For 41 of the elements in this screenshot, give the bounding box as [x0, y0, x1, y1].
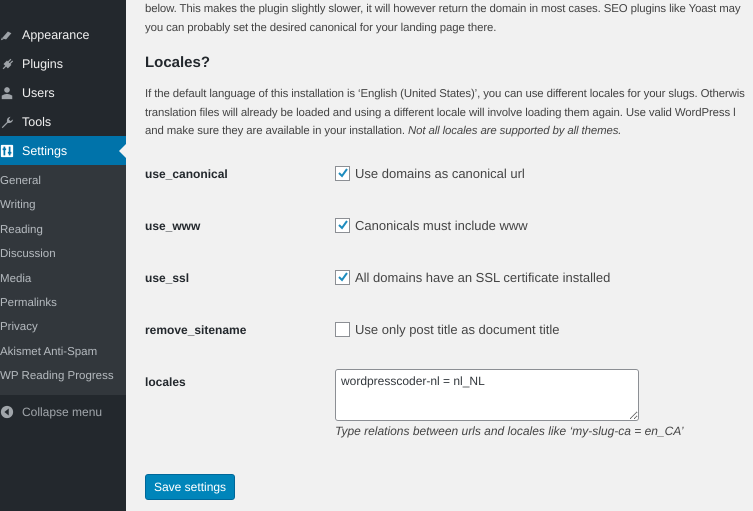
- submenu-item[interactable]: Privacy: [0, 315, 126, 340]
- description-text: If the default language of this installation is ‘English (United States)’, you can use different locales for your slugs. Otherwis: [145, 87, 746, 102]
- checkbox[interactable]: [335, 322, 350, 336]
- section-heading: Locales?: [145, 54, 212, 71]
- checkbox-label: All domains have an SSL certificate installed: [355, 270, 610, 284]
- description-text: translation files will already be loaded and using a different locale will involve loading them again. Use valid WordPress l: [145, 106, 737, 120]
- checkbox-label: Use domains as canonical url: [355, 166, 525, 180]
- sidebar-item[interactable]: Plugins: [0, 49, 126, 78]
- sidebar-item[interactable]: Settings: [0, 136, 126, 165]
- collapse-menu-button[interactable]: Collapse menu: [0, 396, 126, 427]
- sidebar-item[interactable]: Appearance: [0, 20, 126, 49]
- save-button[interactable]: Save settings: [145, 474, 236, 500]
- submenu-item[interactable]: Permalinks: [0, 290, 126, 316]
- sidebar-item[interactable]: Users: [0, 78, 126, 107]
- hint-text: Type relations between urls and locales like ‘my-slug-ca = en_CA’: [335, 424, 684, 438]
- checkbox[interactable]: [335, 166, 350, 180]
- submenu-item[interactable]: Discussion: [0, 242, 126, 267]
- checkbox-label: Canonicals must include www: [355, 218, 528, 232]
- submenu-item[interactable]: General: [0, 169, 126, 194]
- submenu-item[interactable]: Akismet Anti-Spam: [0, 340, 126, 364]
- checkbox[interactable]: [335, 270, 350, 284]
- intro-text: you can probably set the desired canonical for your landing page there.: [145, 20, 498, 36]
- plug-icon: [0, 56, 14, 70]
- submenu-item[interactable]: Reading: [0, 218, 126, 242]
- field-label: use_ssl: [145, 270, 190, 284]
- sliders-icon: [0, 144, 14, 158]
- field-label: use_www: [145, 218, 202, 232]
- submenu-item[interactable]: WP Reading Progress: [0, 364, 126, 389]
- locales-textarea[interactable]: wordpresscoder-nl = nl_NL: [335, 368, 639, 420]
- intro-text: below. This makes the plugin slightly slower, it will however return the domain in most cases. SEO plugins like Yoast may: [145, 2, 742, 17]
- field-label: locales: [145, 374, 187, 388]
- description-text: and make sure they are available in your installation. Not all locales are supported by all themes.: [145, 124, 622, 139]
- user-icon: [0, 86, 14, 100]
- field-label: use_canonical: [145, 166, 229, 180]
- submenu-item[interactable]: Media: [0, 266, 126, 291]
- submenu-item[interactable]: Writing: [0, 193, 126, 218]
- wrench-icon: [0, 114, 14, 128]
- checkbox-label: Use only post title as document title: [355, 322, 560, 336]
- checkbox[interactable]: [335, 218, 350, 232]
- sidebar-item[interactable]: Tools: [0, 107, 126, 136]
- field-label: remove_sitename: [145, 322, 248, 336]
